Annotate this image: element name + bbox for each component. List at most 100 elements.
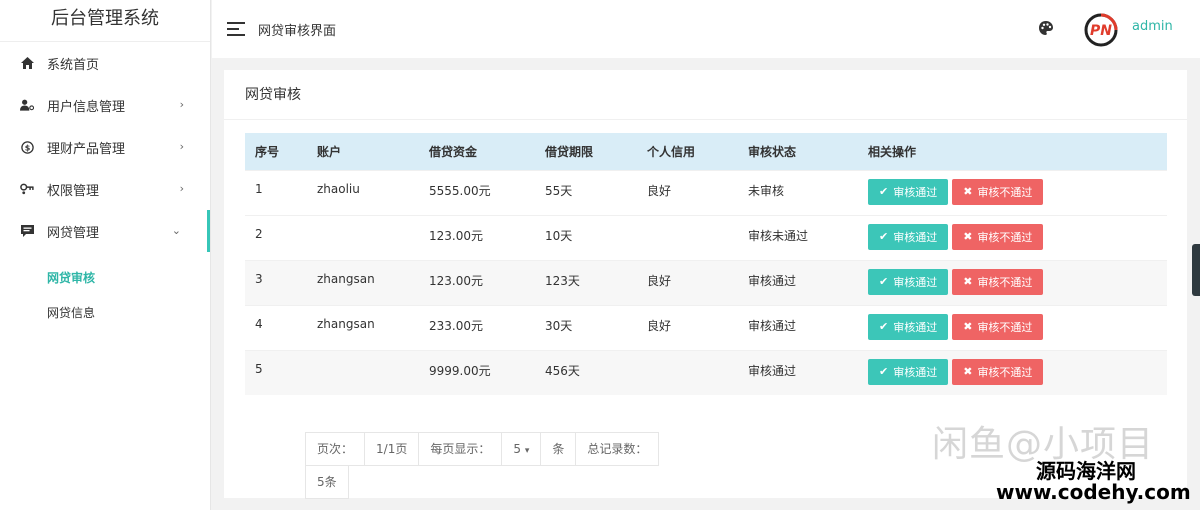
cell-term: 10天 [535, 214, 637, 260]
cell-id: 2 [245, 214, 307, 260]
sidebar-item-loan-management[interactable]: 网贷管理 ⌄ [0, 210, 210, 252]
pagination: 页次： 1/1页 每页显示： 5 ▾ 条 总记录数： 5条 [305, 432, 660, 499]
logo-icon: PN [1082, 12, 1120, 48]
close-icon: ✖ [963, 230, 973, 243]
column-header: 序号 [245, 133, 307, 170]
cell-credit [637, 214, 738, 260]
approve-button[interactable]: ✔ 审核通过 [868, 358, 949, 385]
check-icon: ✔ [879, 230, 889, 243]
cell-term: 30天 [535, 304, 637, 350]
pager-unit: 条 [540, 432, 577, 466]
cell-account: zhaoliu [307, 169, 419, 215]
reject-button[interactable]: ✖ 审核不通过 [952, 223, 1044, 250]
chevron-right-icon: › [179, 182, 184, 195]
cell-status: 审核通过 [738, 304, 858, 350]
cell-account [307, 349, 419, 395]
svg-text:PN: PN [1090, 23, 1112, 39]
reject-label: 审核不通过 [977, 230, 1033, 244]
sidebar-item-label: 用户信息管理 [47, 99, 126, 115]
cell-term: 456天 [535, 349, 637, 395]
table-header-row: 序号 账户 借贷资金 借贷期限 个人信用 审核状态 相关操作 [245, 133, 1167, 170]
close-icon: ✖ [963, 365, 973, 378]
table-row: 1 zhaoliu 5555.00元 55天 良好 未审核 ✔ 审核通过 ✖ 审核不通… [245, 169, 1167, 215]
reject-label: 审核不通过 [977, 365, 1033, 379]
table-row: 2 123.00元 10天 审核未通过 ✔ 审核通过 ✖ 审核不通过 [245, 214, 1167, 260]
pager-per-page-label: 每页显示： [418, 432, 503, 466]
sidebar-item-label: 权限管理 [47, 183, 100, 199]
cell-actions: ✔ 审核通过 ✖ 审核不通过 [858, 304, 1167, 350]
user-menu[interactable]: admin [1132, 19, 1173, 34]
dollar-circle-icon: $ [20, 140, 34, 154]
close-icon: ✖ [963, 320, 973, 333]
approve-label: 审核通过 [893, 230, 938, 244]
pager-page-label: 页次： [305, 432, 366, 466]
page-title: 网贷审核界面 [258, 23, 337, 39]
approve-label: 审核通过 [893, 185, 938, 199]
approve-button[interactable]: ✔ 审核通过 [868, 178, 949, 205]
app-brand: 后台管理系统 [0, 0, 210, 42]
check-icon: ✔ [879, 365, 889, 378]
reject-button[interactable]: ✖ 审核不通过 [952, 358, 1044, 385]
cell-term: 55天 [535, 169, 637, 215]
cell-account: zhangsan [307, 304, 419, 350]
approve-label: 审核通过 [893, 365, 938, 379]
sidebar-subitem-loan-review[interactable]: 网贷审核 [0, 260, 210, 295]
home-icon [20, 56, 34, 70]
pager-page-value: 1/1页 [364, 432, 420, 466]
table-row: 3 zhangsan 123.00元 123天 良好 审核通过 ✔ 审核通过 ✖ 审核… [245, 259, 1167, 305]
svg-text:$: $ [24, 143, 30, 152]
palette-icon[interactable] [1038, 20, 1054, 36]
cell-account: zhangsan [307, 259, 419, 305]
watermark-site-url: www.codehy.com [996, 480, 1191, 504]
approve-button[interactable]: ✔ 审核通过 [868, 313, 949, 340]
cell-actions: ✔ 审核通过 ✖ 审核不通过 [858, 349, 1167, 395]
sidebar-item-user-info[interactable]: 用户信息管理 › [0, 84, 210, 126]
chevron-down-icon: ⌄ [171, 224, 181, 237]
sidebar-item-label: 网贷管理 [47, 225, 100, 241]
reject-button[interactable]: ✖ 审核不通过 [952, 178, 1044, 205]
sidebar-item-home[interactable]: 系统首页 [0, 42, 210, 84]
close-icon: ✖ [963, 185, 973, 198]
cell-status: 审核通过 [738, 349, 858, 395]
check-icon: ✔ [879, 275, 889, 288]
approve-button[interactable]: ✔ 审核通过 [868, 223, 949, 250]
cell-actions: ✔ 审核通过 ✖ 审核不通过 [858, 259, 1167, 305]
user-settings-icon [20, 98, 34, 112]
column-header: 借贷期限 [535, 133, 637, 170]
approve-button[interactable]: ✔ 审核通过 [868, 268, 949, 295]
cell-amount: 123.00元 [419, 214, 535, 260]
submenu: 网贷审核 网贷信息 [0, 252, 210, 330]
key-icon [20, 182, 34, 196]
cell-credit: 良好 [637, 169, 738, 215]
column-header: 个人信用 [637, 133, 738, 170]
sidebar-item-label: 系统首页 [47, 57, 100, 73]
reject-button[interactable]: ✖ 审核不通过 [952, 268, 1044, 295]
reject-label: 审核不通过 [977, 275, 1033, 289]
sidebar-item-label: 理财产品管理 [47, 141, 126, 157]
per-page-select[interactable]: 5 ▾ [501, 432, 542, 466]
cell-id: 5 [245, 349, 307, 395]
per-page-value: 5 [513, 442, 521, 456]
panel-title: 网贷审核 [224, 70, 1187, 120]
column-header: 账户 [307, 133, 419, 170]
cell-id: 1 [245, 169, 307, 215]
check-icon: ✔ [879, 320, 889, 333]
cell-amount: 9999.00元 [419, 349, 535, 395]
sidebar: 后台管理系统 系统首页 用户信息管理 › $ 理财产品管理 › 权限管理 › 网… [0, 0, 211, 510]
side-scroll-tab[interactable] [1192, 244, 1200, 296]
cell-credit: 良好 [637, 259, 738, 305]
sidebar-item-permissions[interactable]: 权限管理 › [0, 168, 210, 210]
loan-table: 序号 账户 借贷资金 借贷期限 个人信用 审核状态 相关操作 1 zhaoliu… [245, 133, 1167, 395]
cell-credit: 良好 [637, 304, 738, 350]
sidebar-subitem-loan-info[interactable]: 网贷信息 [0, 295, 210, 330]
chevron-right-icon: › [179, 98, 184, 111]
cell-amount: 123.00元 [419, 259, 535, 305]
cell-id: 4 [245, 304, 307, 350]
reject-button[interactable]: ✖ 审核不通过 [952, 313, 1044, 340]
chevron-right-icon: › [179, 140, 184, 153]
cell-actions: ✔ 审核通过 ✖ 审核不通过 [858, 214, 1167, 260]
cell-status: 审核通过 [738, 259, 858, 305]
cell-actions: ✔ 审核通过 ✖ 审核不通过 [858, 169, 1167, 215]
sidebar-item-finance-products[interactable]: $ 理财产品管理 › [0, 126, 210, 168]
menu-toggle-icon[interactable] [227, 22, 245, 36]
